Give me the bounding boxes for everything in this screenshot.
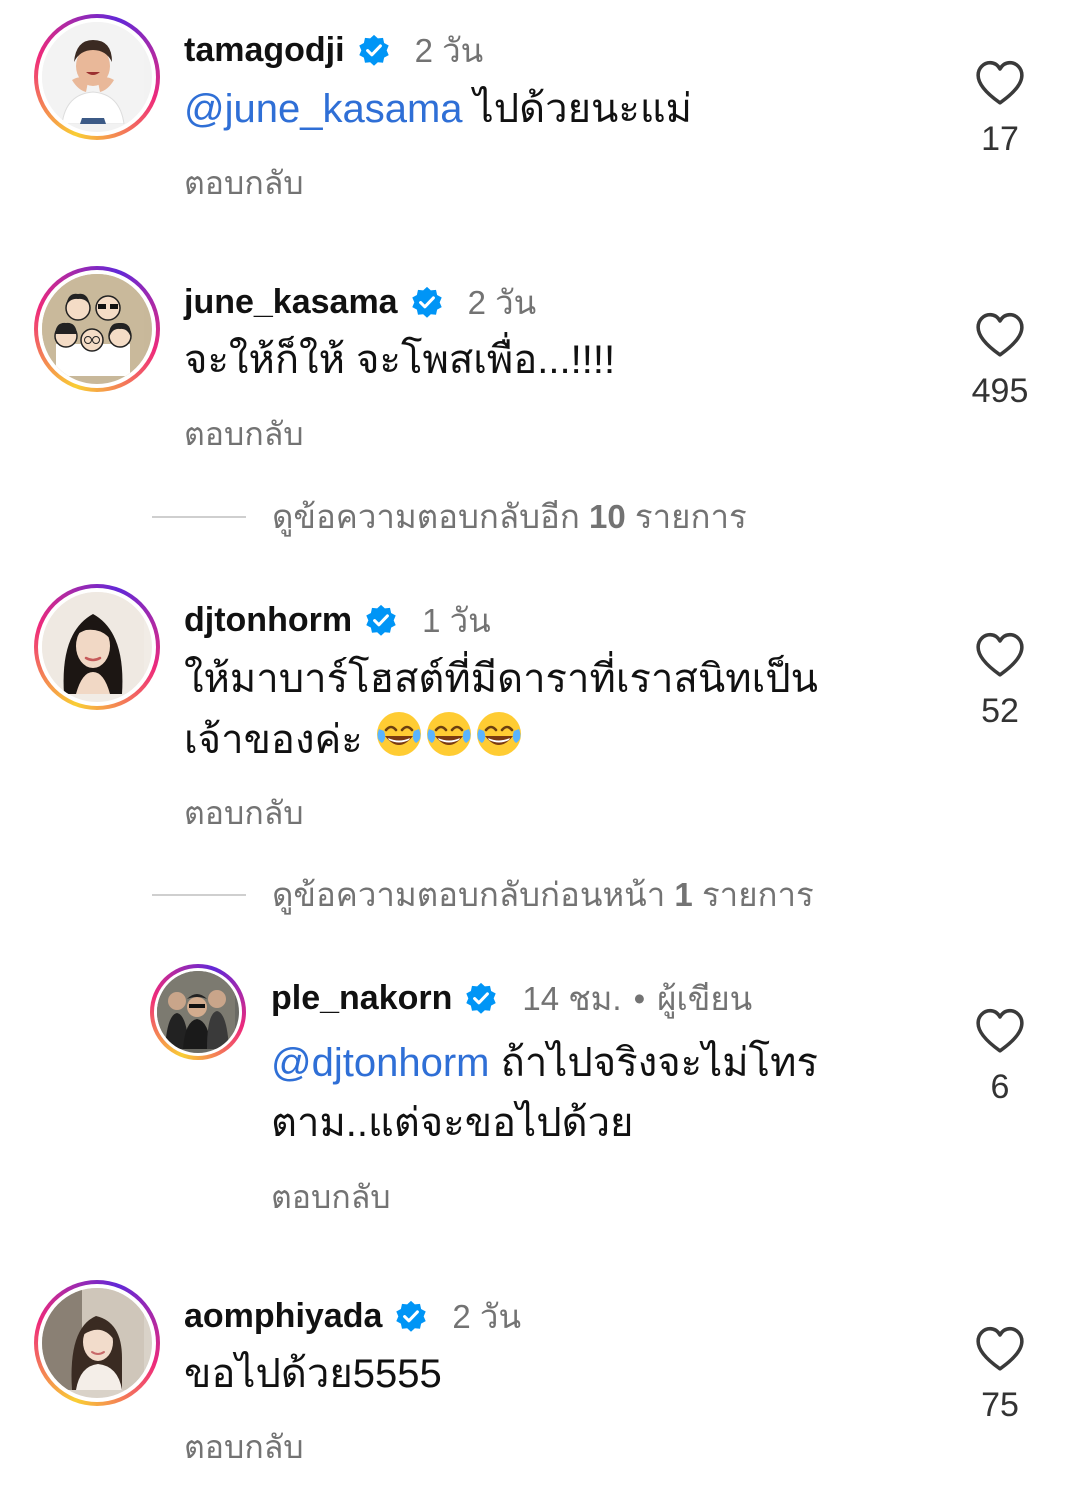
- face-with-tears-of-joy-icon: [374, 709, 424, 759]
- heart-outline-icon: [975, 1008, 1025, 1054]
- username[interactable]: ple_nakorn: [271, 979, 452, 1018]
- like-count: 495: [971, 372, 1029, 410]
- verified-badge-icon: [410, 286, 444, 320]
- divider: [152, 515, 246, 518]
- view-more-replies[interactable]: ดูข้อความตอบกลับอีก 10 รายการ: [152, 490, 747, 543]
- timestamp: 1 วัน: [422, 602, 491, 639]
- timestamp: 2 วัน: [414, 32, 484, 69]
- verified-badge-icon: [464, 982, 498, 1016]
- reply-ple_nakorn: ple_nakorn 14 ชม. • ผู้เขียน @djtonhorm …: [0, 950, 1079, 1240]
- heart-outline-icon: [975, 1326, 1025, 1372]
- comment-june_kasama: june_kasama 2 วัน จะให้ก็ให้ จะโพสเพื่อ.…: [0, 250, 1079, 490]
- avatar[interactable]: [34, 266, 160, 392]
- avatar[interactable]: [150, 964, 246, 1060]
- avatar-photo: [42, 1288, 144, 1390]
- like-count: 75: [981, 1386, 1019, 1424]
- timestamp: 2 วัน: [467, 284, 537, 321]
- heart-outline-icon: [975, 312, 1025, 358]
- face-with-tears-of-joy-icon: [424, 709, 474, 759]
- avatar-illustration: [42, 274, 144, 376]
- comment-text: @june_kasama ไปด้วยนะแม่: [184, 87, 693, 131]
- verified-badge-icon: [394, 1300, 428, 1334]
- timestamp: 14 ชม.: [522, 980, 622, 1017]
- verified-badge-icon: [364, 604, 398, 638]
- avatar-photo: [42, 22, 144, 125]
- like-button[interactable]: 17: [940, 60, 1060, 159]
- reply-button[interactable]: ตอบกลับ: [184, 1422, 304, 1473]
- like-count: 17: [981, 120, 1019, 158]
- divider: [152, 893, 246, 896]
- author-badge: ผู้เขียน: [657, 980, 753, 1017]
- reply-button[interactable]: ตอบกลับ: [271, 1172, 391, 1223]
- comment-djtonhorm: djtonhorm 1 วัน ให้มาบาร์โฮสต์ที่มีดาราท…: [0, 570, 1079, 840]
- avatar-photo: [157, 971, 235, 1049]
- mention-link[interactable]: @june_kasama: [184, 87, 463, 131]
- avatar[interactable]: [34, 584, 160, 710]
- username[interactable]: june_kasama: [184, 283, 398, 322]
- username[interactable]: aomphiyada: [184, 1297, 382, 1336]
- comment-text: จะให้ก็ให้ จะโพสเพื่อ...!!!!: [184, 338, 616, 382]
- heart-outline-icon: [975, 632, 1025, 678]
- avatar[interactable]: [34, 14, 160, 140]
- view-previous-replies[interactable]: ดูข้อความตอบกลับก่อนหน้า 1 รายการ: [152, 868, 814, 921]
- username[interactable]: tamagodji: [184, 31, 345, 70]
- reply-button[interactable]: ตอบกลับ: [184, 409, 304, 460]
- like-button[interactable]: 6: [940, 1008, 1060, 1107]
- heart-outline-icon: [975, 60, 1025, 106]
- username[interactable]: djtonhorm: [184, 601, 352, 640]
- like-button[interactable]: 52: [940, 632, 1060, 731]
- reply-button[interactable]: ตอบกลับ: [184, 788, 304, 839]
- comment-tamagodji: tamagodji 2 วัน @june_kasama ไปด้วยนะแม่…: [0, 0, 1079, 240]
- face-with-tears-of-joy-icon: [474, 709, 524, 759]
- avatar-photo: [42, 592, 144, 694]
- comment-aomphiyada: aomphiyada 2 วัน ขอไปด้วย5555 ตอบกลับ 75: [0, 1266, 1079, 1508]
- reply-button[interactable]: ตอบกลับ: [184, 158, 304, 209]
- comment-text: ให้มาบาร์โฮสต์ที่มีดาราที่เราสนิทเป็น เจ…: [184, 657, 818, 762]
- like-button[interactable]: 495: [940, 312, 1060, 411]
- like-count: 52: [981, 692, 1019, 730]
- like-button[interactable]: 75: [940, 1326, 1060, 1425]
- comment-text: ขอไปด้วย5555: [184, 1352, 442, 1396]
- timestamp: 2 วัน: [452, 1298, 522, 1335]
- like-count: 6: [990, 1068, 1010, 1106]
- avatar[interactable]: [34, 1280, 160, 1406]
- comment-text: @djtonhorm ถ้าไปจริงจะไม่โทร ตาม..แต่จะข…: [271, 1041, 818, 1145]
- verified-badge-icon: [357, 34, 391, 68]
- mention-link[interactable]: @djtonhorm: [271, 1041, 489, 1085]
